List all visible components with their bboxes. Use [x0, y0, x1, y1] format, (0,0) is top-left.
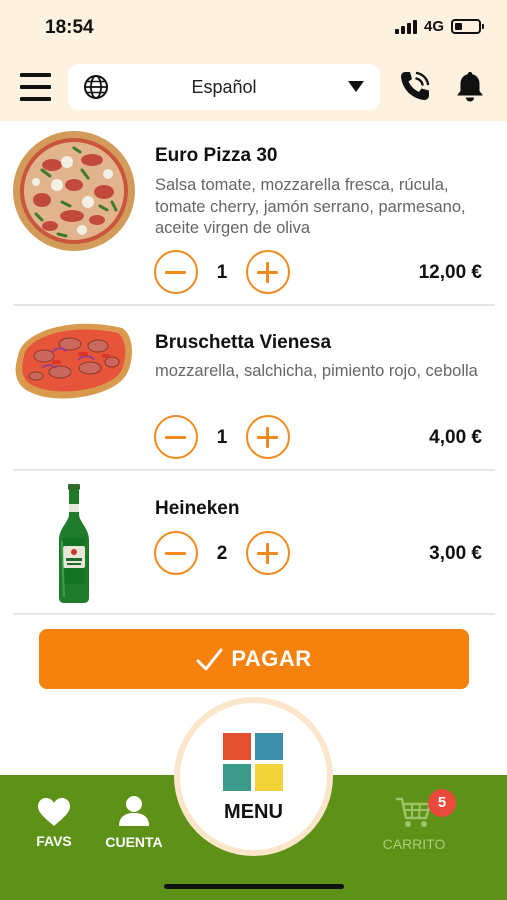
status-indicators: 4G	[394, 18, 484, 35]
decrease-quantity-button[interactable]	[154, 250, 198, 294]
item-name: Euro Pizza 30	[155, 145, 278, 166]
signal-icon	[394, 19, 417, 34]
nav-favs-label: FAVS	[36, 833, 72, 849]
pay-button[interactable]: PAGAR	[39, 629, 469, 689]
beer-bottle-image	[59, 484, 89, 603]
user-icon	[119, 796, 149, 826]
nav-account[interactable]: CUENTA	[100, 775, 168, 850]
bell-icon[interactable]	[454, 70, 486, 103]
item-quantity: 2	[216, 543, 228, 564]
hamburger-icon[interactable]	[20, 73, 51, 101]
app-header: 18:54 4G Español	[0, 0, 507, 121]
item-name: Heineken	[155, 498, 240, 519]
decrease-quantity-button[interactable]	[154, 531, 198, 575]
bruschetta-image	[15, 323, 132, 399]
menu-button-label: MENU	[224, 801, 283, 823]
item-quantity: 1	[216, 262, 228, 283]
divider	[13, 469, 495, 471]
item-name: Bruschetta Vienesa	[155, 332, 332, 353]
heart-icon	[38, 798, 70, 826]
status-bar: 18:54 4G	[0, 0, 507, 52]
menu-button[interactable]: MENU	[180, 703, 327, 850]
increase-quantity-button[interactable]	[246, 531, 290, 575]
nav-account-label: CUENTA	[105, 834, 163, 850]
item-price: 3,00 €	[429, 543, 482, 564]
battery-icon	[451, 19, 484, 34]
language-value: Español	[191, 77, 257, 97]
item-description: Salsa tomate, mozzarella fresca, rúcula,…	[155, 176, 466, 237]
decrease-quantity-button[interactable]	[154, 415, 198, 459]
increase-quantity-button[interactable]	[246, 250, 290, 294]
divider	[13, 613, 495, 615]
item-quantity: 1	[216, 427, 228, 448]
status-time: 18:54	[45, 17, 94, 38]
battery-level	[455, 23, 462, 30]
checkmark-icon	[196, 648, 223, 670]
nav-cart-label: CARRITO	[382, 836, 446, 852]
language-selector[interactable]: Español	[68, 64, 380, 110]
increase-quantity-button[interactable]	[246, 415, 290, 459]
cart-count-badge: 5	[428, 789, 456, 817]
pay-button-label: PAGAR	[231, 646, 312, 671]
pizza-image	[13, 131, 135, 251]
item-price: 12,00 €	[418, 262, 482, 283]
phone-icon[interactable]	[398, 69, 432, 103]
network-type: 4G	[423, 18, 444, 35]
item-description: mozzarella, salchicha, pimiento rojo, ce…	[155, 362, 478, 380]
caret-down-icon	[348, 81, 364, 92]
item-price: 4,00 €	[429, 427, 482, 448]
divider	[13, 304, 495, 306]
home-indicator	[164, 884, 344, 889]
nav-favs[interactable]: FAVS	[27, 775, 81, 849]
